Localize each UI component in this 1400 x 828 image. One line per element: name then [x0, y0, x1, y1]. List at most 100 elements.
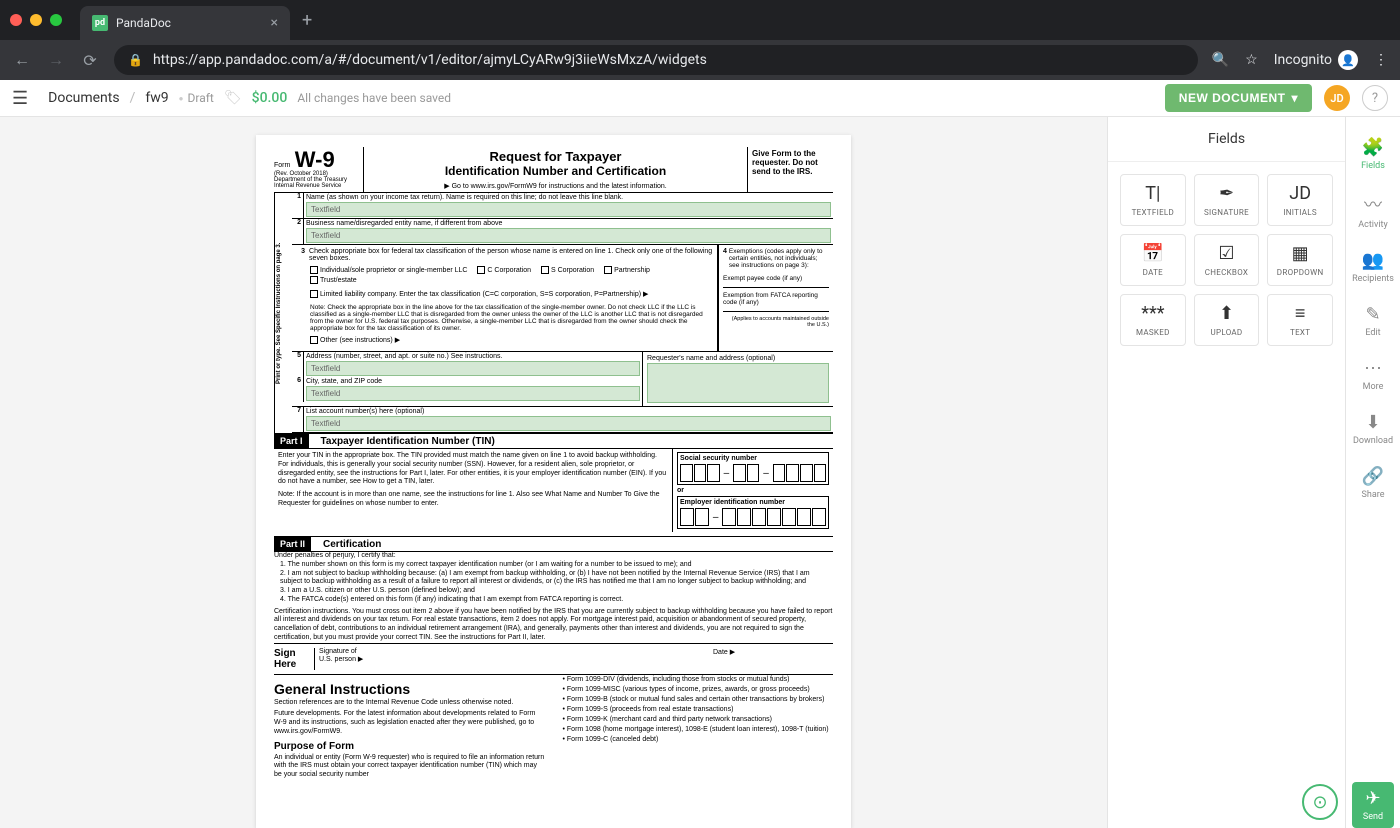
help-button[interactable]: ?: [1362, 85, 1388, 111]
rail-icon: 〰: [1364, 191, 1382, 217]
breadcrumb: Documents / fw9 Draft 🏷 $0.00 All change…: [48, 90, 451, 106]
field-tile-icon: ***: [1141, 304, 1164, 324]
field-tile-dropdown[interactable]: ▦DROPDOWN: [1267, 234, 1333, 286]
field-tile-text[interactable]: ≡ TEXT: [1267, 294, 1333, 346]
document-page: Form W-9 (Rev. October 2018) Department …: [256, 135, 851, 828]
textfield-account[interactable]: Textfield: [306, 416, 831, 431]
save-status: All changes have been saved: [297, 91, 451, 105]
field-tile-label: INITIALS: [1283, 208, 1317, 217]
incognito-badge: Incognito 👤: [1274, 50, 1358, 70]
rail-item-download[interactable]: ⬇Download: [1346, 402, 1400, 456]
right-rail: 🧩 Fields 〰Activity 👥 Recipients ✎ Edit ⋯ More ⬇Do…: [1345, 117, 1400, 828]
checkbox[interactable]: [477, 266, 485, 274]
new-tab-button[interactable]: +: [302, 10, 312, 31]
floating-help-button[interactable]: ⊙: [1302, 784, 1338, 820]
fields-panel-title: Fields: [1108, 117, 1345, 162]
textfield-name[interactable]: Textfield: [306, 202, 831, 217]
rail-item-recipients[interactable]: 👥 Recipients: [1346, 240, 1400, 294]
send-button[interactable]: ✈ Send: [1352, 782, 1394, 828]
fields-panel: Fields T| TEXTFIELD ✒SIGNATURE JD INITIALS 📅 D…: [1107, 117, 1345, 828]
field-tile-icon: ☑: [1218, 244, 1234, 264]
maximize-window-button[interactable]: [50, 14, 62, 26]
rail-label: Download: [1353, 436, 1393, 446]
field-tile-icon: 📅: [1142, 244, 1164, 264]
field-tile-icon: T|: [1145, 184, 1160, 204]
tab-favicon-icon: pd: [92, 15, 108, 31]
status-badge: Draft: [179, 91, 214, 105]
send-icon: ✈: [1365, 788, 1380, 809]
reload-icon[interactable]: ⟳: [80, 51, 100, 70]
rail-item-edit[interactable]: ✎ Edit: [1346, 294, 1400, 348]
avatar[interactable]: JD: [1324, 85, 1350, 111]
rail-label: Recipients: [1352, 274, 1394, 284]
rail-label: Edit: [1365, 328, 1380, 338]
forward-icon[interactable]: →: [46, 50, 66, 70]
checkbox[interactable]: [310, 336, 318, 344]
field-tile-icon: ▦: [1292, 244, 1309, 264]
checkbox[interactable]: [310, 276, 318, 284]
textfield-business[interactable]: Textfield: [306, 228, 831, 243]
field-tile-initials[interactable]: JD INITIALS: [1267, 174, 1333, 226]
browser-tab[interactable]: pd PandaDoc ×: [80, 6, 290, 40]
new-document-button[interactable]: NEW DOCUMENT ▾: [1165, 84, 1312, 112]
rail-label: Fields: [1361, 161, 1385, 171]
close-window-button[interactable]: [10, 14, 22, 26]
field-tile-textfield[interactable]: T| TEXTFIELD: [1120, 174, 1186, 226]
bookmark-icon[interactable]: ☆: [1245, 52, 1258, 68]
rail-item-fields[interactable]: 🧩 Fields: [1346, 127, 1400, 181]
rail-item-share[interactable]: 🔗 Share: [1346, 456, 1400, 510]
back-icon[interactable]: ←: [12, 50, 32, 70]
textfield-requester[interactable]: [647, 363, 829, 403]
rail-icon: 🧩: [1362, 137, 1384, 158]
breadcrumb-doc: fw9: [145, 90, 168, 106]
field-tile-label: TEXTFIELD: [1132, 208, 1175, 217]
field-tile-upload[interactable]: ⬆ UPLOAD: [1194, 294, 1260, 346]
url-text: https://app.pandadoc.com/a/#/document/v1…: [153, 52, 707, 68]
lock-icon: 🔒: [128, 53, 143, 67]
rail-icon: ⋯: [1364, 358, 1382, 379]
checkbox[interactable]: [604, 266, 612, 274]
field-tile-icon: ≡: [1295, 304, 1306, 324]
field-tile-label: TEXT: [1290, 328, 1310, 337]
field-tile-icon: ✒: [1219, 184, 1234, 204]
window-controls: [10, 14, 62, 26]
field-tile-signature[interactable]: ✒SIGNATURE: [1194, 174, 1260, 226]
app-header: ☰ Documents / fw9 Draft 🏷 $0.00 All chan…: [0, 80, 1400, 117]
minimize-window-button[interactable]: [30, 14, 42, 26]
incognito-icon: 👤: [1338, 50, 1358, 70]
breadcrumb-separator: /: [130, 90, 136, 106]
checkbox[interactable]: [541, 266, 549, 274]
field-tile-date[interactable]: 📅 DATE: [1120, 234, 1186, 286]
field-tile-label: CHECKBOX: [1205, 268, 1249, 277]
main-layout: Form W-9 (Rev. October 2018) Department …: [0, 117, 1400, 828]
rail-label: Share: [1362, 490, 1385, 500]
rail-icon: 👥: [1362, 250, 1384, 271]
textfield-address[interactable]: Textfield: [306, 361, 640, 376]
tag-icon[interactable]: 🏷: [224, 90, 242, 106]
checkbox[interactable]: [310, 290, 318, 298]
rail-item-more[interactable]: ⋯ More: [1346, 348, 1400, 402]
zoom-icon[interactable]: 🔍: [1212, 52, 1229, 68]
checkbox[interactable]: [310, 266, 318, 274]
browser-chrome: pd PandaDoc × + ← → ⟳ 🔒 https://app.pand…: [0, 0, 1400, 80]
rail-icon: ✎: [1365, 304, 1380, 325]
rail-label: More: [1363, 382, 1384, 392]
field-tile-checkbox[interactable]: ☑ CHECKBOX: [1194, 234, 1260, 286]
document-canvas[interactable]: Form W-9 (Rev. October 2018) Department …: [0, 117, 1107, 828]
url-field[interactable]: 🔒 https://app.pandadoc.com/a/#/document/…: [114, 45, 1198, 75]
menu-icon[interactable]: ⋮: [1374, 52, 1388, 68]
field-tile-label: DATE: [1143, 268, 1163, 277]
field-tile-icon: JD: [1289, 184, 1311, 204]
breadcrumb-root[interactable]: Documents: [48, 90, 119, 106]
rail-icon: 🔗: [1362, 466, 1384, 487]
close-tab-icon[interactable]: ×: [271, 15, 278, 31]
field-tile-icon: ⬆: [1219, 304, 1234, 324]
price-label: $0.00: [252, 90, 288, 106]
rail-item-activity[interactable]: 〰Activity: [1346, 181, 1400, 240]
textfield-city[interactable]: Textfield: [306, 386, 640, 401]
field-tile-label: UPLOAD: [1211, 328, 1243, 337]
menu-hamburger-icon[interactable]: ☰: [12, 88, 28, 109]
field-tile-label: MASKED: [1136, 328, 1170, 337]
field-tile-masked[interactable]: *** MASKED: [1120, 294, 1186, 346]
chevron-down-icon: ▾: [1291, 91, 1298, 105]
